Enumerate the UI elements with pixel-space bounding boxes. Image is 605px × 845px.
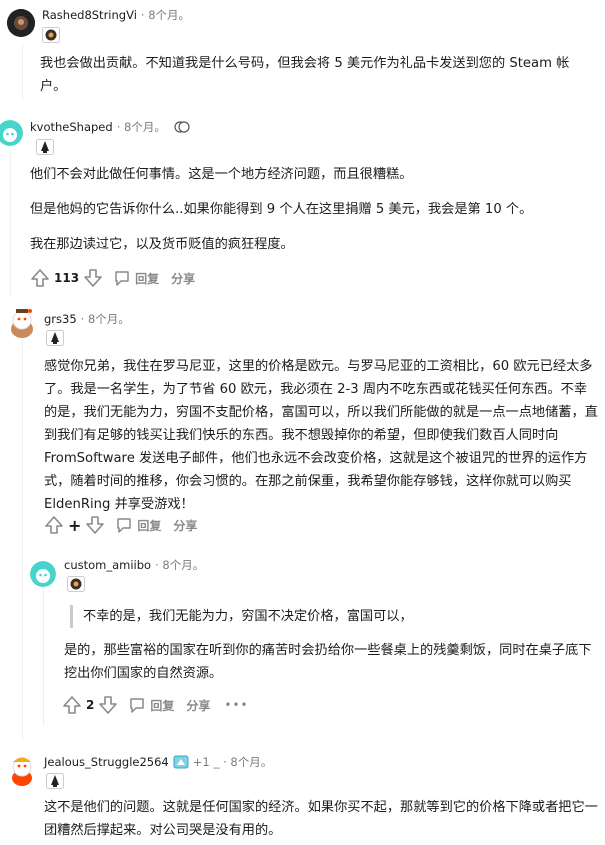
comment-paragraph: 这不是他们的问题。这就是任何国家的经济。如果你买不起，那就等到它的价格下降或者把… — [44, 800, 598, 838]
share-button[interactable]: 分享 — [186, 697, 210, 714]
comment-header: grs35 · 8个月。 — [44, 311, 130, 327]
user-avatar-icon — [12, 757, 32, 786]
comment-body: 这不是他们的问题。这就是任何国家的经济。如果你买不起，那就等到它的价格下降或者把… — [44, 796, 599, 842]
username[interactable]: Jealous_Struggle2564 — [44, 755, 169, 769]
username[interactable]: custom_amiibo — [64, 558, 151, 572]
avatar[interactable] — [30, 561, 56, 587]
upvote-button[interactable] — [30, 268, 50, 288]
comment-header: kvotheShaped · 8个月。 — [30, 119, 190, 135]
avatar[interactable] — [8, 753, 36, 787]
comment-bubble-icon — [130, 698, 145, 713]
reply-button[interactable]: 回复 — [115, 516, 161, 534]
thread-line — [43, 585, 44, 725]
comment-paragraph: 感觉你兄弟，我住在罗马尼亚，这里的价格是欧元。与罗马尼亚的工资相比，60 欧元已… — [44, 359, 598, 512]
timestamp[interactable]: · 8个月。 — [141, 7, 190, 23]
award-count: +1 — [192, 755, 210, 769]
flair-icon — [42, 27, 60, 43]
reply-button[interactable]: 回复 — [128, 696, 174, 714]
flair-icon — [46, 773, 64, 789]
user-avatar-icon — [7, 9, 35, 37]
comment-actions: + 回复 分享 — [44, 513, 197, 537]
flair-icon — [67, 576, 85, 592]
upvote-button[interactable] — [44, 515, 64, 535]
comment-header: Jealous_Struggle2564 +1 _ · 8个月。 — [44, 754, 272, 770]
timestamp[interactable]: · 8个月。 — [155, 557, 204, 573]
username[interactable]: Rashed8StringVi — [42, 8, 137, 22]
downvote-button[interactable] — [85, 515, 105, 535]
thread-line — [22, 44, 23, 100]
comment-bubble-icon — [115, 271, 129, 286]
upvote-button[interactable] — [62, 695, 82, 715]
share-button[interactable]: 分享 — [173, 517, 197, 534]
thread-line — [10, 150, 11, 295]
comment-body: 我也会做出贡献。不知道我是什么号码，但我会将 5 美元作为礼品卡发送到您的 St… — [40, 52, 585, 98]
user-avatar-icon — [0, 120, 23, 146]
downvote-button[interactable] — [98, 695, 118, 715]
username[interactable]: kvotheShaped — [30, 120, 113, 134]
award-icon — [174, 120, 190, 134]
comment-header: custom_amiibo · 8个月。 — [64, 557, 204, 573]
flair-icon — [46, 330, 64, 346]
downvote-icon — [86, 516, 105, 534]
award-icon — [173, 755, 189, 769]
upvote-icon — [63, 696, 81, 714]
comment-header: Rashed8StringVi · 8个月。 — [42, 7, 190, 23]
comment-body: 是的，那些富裕的国家在听到你的痛苦时会扔给你一些餐桌上的残羹剩饭，同时在桌子底下… — [64, 639, 599, 685]
timestamp[interactable]: _ · 8个月。 — [214, 754, 273, 770]
comment-paragraph: 是的，那些富裕的国家在听到你的痛苦时会扔给你一些餐桌上的残羹剩饭，同时在桌子底下… — [64, 643, 592, 681]
downvote-icon — [84, 269, 102, 287]
comment-bubble-icon — [117, 518, 132, 533]
vote-count: 113 — [54, 271, 80, 285]
thread-line — [22, 340, 23, 740]
more-options-button[interactable]: ••• — [224, 698, 248, 712]
avatar[interactable] — [0, 120, 23, 146]
username[interactable]: grs35 — [44, 312, 77, 326]
more-options-icon: ••• — [224, 698, 249, 712]
timestamp[interactable]: · 8个月。 — [81, 311, 130, 327]
avatar[interactable] — [7, 9, 35, 37]
comment-body: 感觉你兄弟，我住在罗马尼亚，这里的价格是欧元。与罗马尼亚的工资相比，60 欧元已… — [44, 355, 599, 516]
user-avatar-icon — [30, 561, 56, 587]
comment-paragraph: 他们不会对此做任何事情。这是一个地方经济问题，而且很糟糕。 — [30, 167, 413, 182]
vote-count: + — [68, 515, 82, 535]
flair-icon — [36, 139, 54, 155]
comment-paragraph: 但是他妈的它告诉你什么..如果你能得到 9 个人在这里捐赠 5 美元，我会是第 … — [30, 202, 533, 217]
downvote-button[interactable] — [83, 268, 103, 288]
comment-actions: 2 回复 分享 ••• — [62, 693, 249, 717]
upvote-icon — [45, 516, 63, 534]
upvote-icon — [31, 269, 49, 287]
vote-count: 2 — [86, 698, 95, 712]
blockquote: 不幸的是，我们无能为力，穷国不决定价格，富国可以， — [70, 605, 590, 628]
user-avatar-icon — [11, 309, 33, 338]
share-button[interactable]: 分享 — [171, 270, 195, 287]
comment-actions: 113 回复 分享 — [30, 266, 195, 290]
comment-paragraph: 我也会做出贡献。不知道我是什么号码，但我会将 5 美元作为礼品卡发送到您的 St… — [40, 56, 570, 94]
avatar[interactable] — [8, 307, 36, 339]
comment-body: 他们不会对此做任何事情。这是一个地方经济问题，而且很糟糕。 但是他妈的它告诉你什… — [30, 163, 590, 256]
quote-text: 不幸的是，我们无能为力，穷国不决定价格，富国可以， — [83, 609, 413, 624]
comment-paragraph: 我在那边读过它，以及货币贬值的疯狂程度。 — [30, 237, 294, 252]
timestamp[interactable]: · 8个月。 — [117, 119, 166, 135]
reply-button[interactable]: 回复 — [113, 269, 159, 287]
downvote-icon — [99, 696, 118, 714]
